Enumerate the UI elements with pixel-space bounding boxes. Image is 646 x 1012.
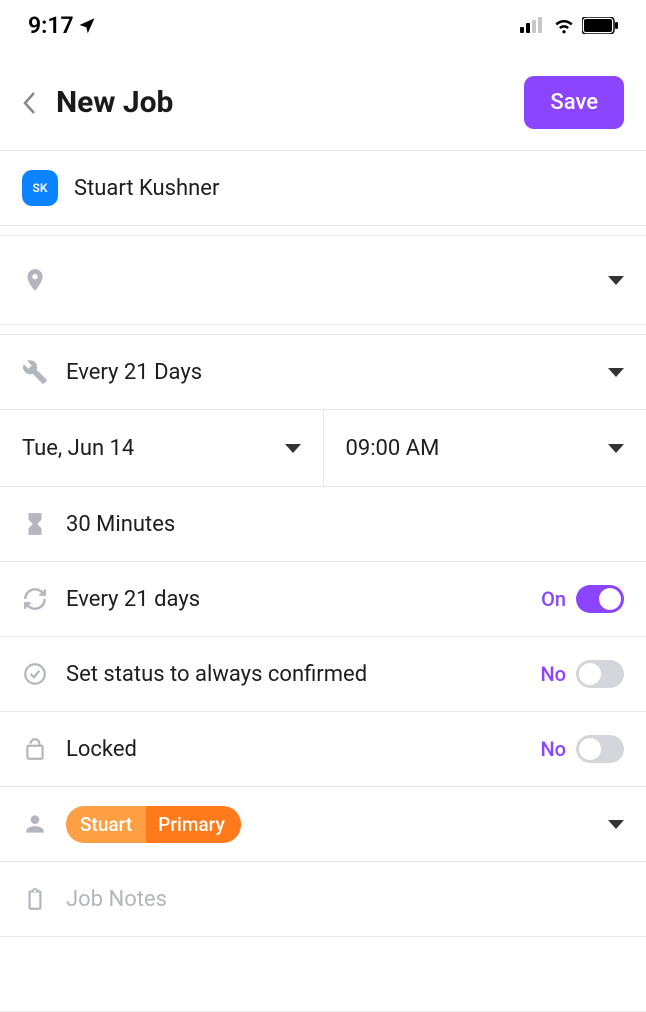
- assigned-badge-container: Stuart Primary: [66, 806, 598, 843]
- status-confirmed-label: Set status to always confirmed: [66, 662, 540, 687]
- customer-avatar: SK: [22, 170, 58, 206]
- date-picker[interactable]: Tue, Jun 14: [0, 410, 324, 486]
- clipboard-icon: [22, 886, 66, 912]
- chevron-down-icon: [285, 444, 301, 453]
- locked-label: Locked: [66, 737, 540, 762]
- location-row[interactable]: [0, 235, 646, 325]
- frequency-row[interactable]: Every 21 Days: [0, 334, 646, 410]
- locked-state-label: No: [540, 737, 566, 761]
- person-icon: [22, 811, 66, 837]
- duration-label: 30 Minutes: [66, 512, 624, 537]
- date-label: Tue, Jun 14: [22, 436, 275, 461]
- customer-name: Stuart Kushner: [74, 176, 624, 201]
- assigned-badge: Stuart Primary: [66, 806, 241, 843]
- hourglass-icon: [22, 511, 66, 537]
- status-time: 9:17: [28, 12, 74, 39]
- customer-row[interactable]: SK Stuart Kushner: [0, 150, 646, 226]
- status-confirmed-state-label: No: [540, 662, 566, 686]
- chevron-down-icon: [608, 820, 624, 829]
- wrench-icon: [22, 359, 66, 385]
- page-title: New Job: [56, 85, 173, 120]
- empty-row: [0, 936, 646, 1012]
- chevron-down-icon: [608, 368, 624, 377]
- chevron-down-icon: [608, 444, 624, 453]
- status-bar: 9:17: [0, 0, 646, 50]
- check-badge-icon: [22, 661, 66, 687]
- header-left: New Job: [22, 85, 173, 120]
- date-time-row: Tue, Jun 14 09:00 AM: [0, 409, 646, 487]
- job-notes-row[interactable]: Job Notes: [0, 861, 646, 937]
- assigned-person: Stuart: [66, 806, 146, 843]
- frequency-label: Every 21 Days: [66, 360, 598, 385]
- duration-row[interactable]: 30 Minutes: [0, 486, 646, 562]
- location-pin-icon: [22, 267, 66, 293]
- battery-icon: [582, 17, 618, 34]
- job-notes-placeholder: Job Notes: [66, 887, 624, 912]
- status-time-group: 9:17: [28, 12, 96, 39]
- assigned-role: Primary: [146, 806, 241, 843]
- status-confirmed-toggle[interactable]: [576, 660, 624, 688]
- location-arrow-icon: [78, 16, 96, 34]
- refresh-icon: [22, 586, 66, 612]
- save-button[interactable]: Save: [524, 76, 624, 129]
- recurrence-row: Every 21 days On: [0, 561, 646, 637]
- status-indicators: [520, 16, 618, 34]
- cellular-icon: [520, 17, 546, 33]
- locked-row: Locked No: [0, 711, 646, 787]
- chevron-down-icon: [608, 276, 624, 285]
- recurrence-label: Every 21 days: [66, 587, 541, 612]
- back-icon[interactable]: [22, 91, 36, 115]
- time-label: 09:00 AM: [346, 436, 599, 461]
- locked-toggle[interactable]: [576, 735, 624, 763]
- assigned-row[interactable]: Stuart Primary: [0, 786, 646, 862]
- lock-icon: [22, 736, 66, 762]
- status-confirmed-row: Set status to always confirmed No: [0, 636, 646, 712]
- recurrence-toggle[interactable]: [576, 585, 624, 613]
- wifi-icon: [552, 16, 576, 34]
- recurrence-state-label: On: [541, 587, 566, 611]
- time-picker[interactable]: 09:00 AM: [324, 410, 646, 486]
- header: New Job Save: [0, 50, 646, 151]
